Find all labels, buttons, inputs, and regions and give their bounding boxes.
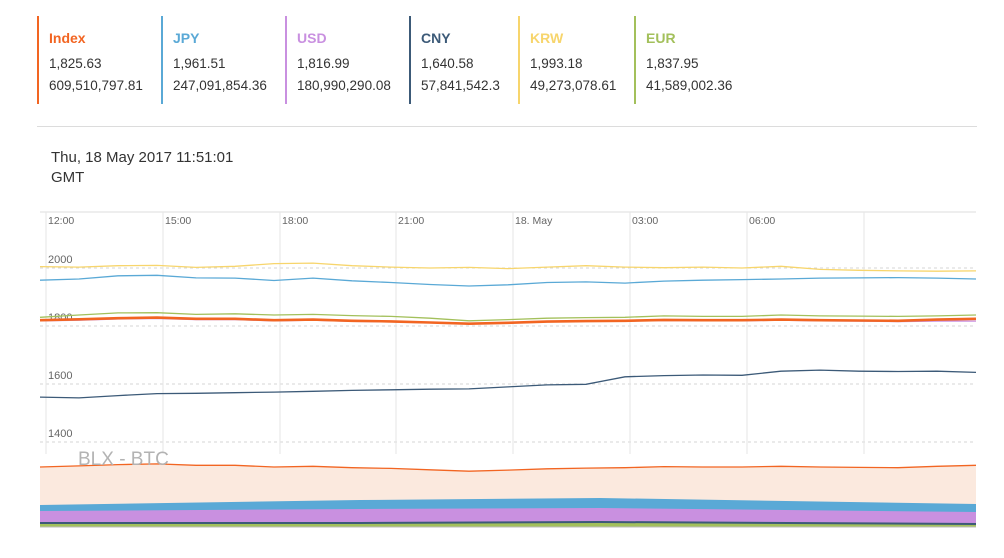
price-chart[interactable]: 1400 1600 1800 2000 12:00 15:00 18:00 21:00 18. … <box>0 0 1004 558</box>
y-tick-label: 2000 <box>48 254 72 266</box>
x-tick-label: 15:00 <box>165 215 191 227</box>
x-tick-label: 21:00 <box>398 215 424 227</box>
series-line-krw <box>39 262 977 272</box>
y-tick-label: 1400 <box>48 428 72 440</box>
series-line-index <box>39 316 977 325</box>
y-tick-label: 1800 <box>48 312 72 324</box>
series-line-jpy <box>39 274 977 287</box>
y-tick-label: 1600 <box>48 370 72 382</box>
x-tick-label: 03:00 <box>632 215 658 227</box>
x-tick-label: 12:00 <box>48 215 74 227</box>
x-tick-label: 06:00 <box>749 215 775 227</box>
x-tick-label: 18:00 <box>282 215 308 227</box>
chart-watermark: BLX - BTC <box>78 449 169 470</box>
x-tick-label: 18. May <box>515 215 553 227</box>
